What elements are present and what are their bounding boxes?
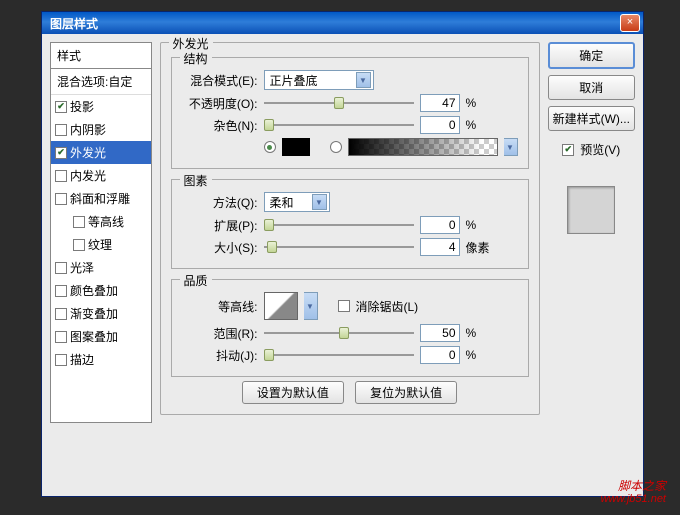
structure-legend: 结构 <box>180 50 212 67</box>
technique-label: 方法(Q): <box>182 194 258 211</box>
blend-mode-label: 混合模式(E): <box>182 72 258 89</box>
elements-group: 图素 方法(Q): 柔和 ▼ 扩展(P): 0 % <box>171 179 529 269</box>
outer-glow-section: 外发光 结构 混合模式(E): 正片叠底 ▼ 不透明度(O): 47 <box>160 42 540 415</box>
color-swatch[interactable] <box>282 138 310 156</box>
set-default-button[interactable]: 设置为默认值 <box>242 381 344 404</box>
titlebar[interactable]: 图层样式 × <box>42 12 643 34</box>
chevron-down-icon[interactable]: ▼ <box>304 292 318 320</box>
style-checkbox[interactable] <box>55 193 67 205</box>
jitter-input[interactable]: 0 <box>420 346 460 364</box>
preview-swatch <box>567 186 615 234</box>
blend-mode-select[interactable]: 正片叠底 ▼ <box>264 70 374 90</box>
style-checkbox[interactable] <box>55 101 67 113</box>
opacity-slider[interactable] <box>264 96 414 110</box>
style-label: 投影 <box>70 98 94 115</box>
style-checkbox[interactable] <box>55 262 67 274</box>
cancel-button[interactable]: 取消 <box>548 75 636 100</box>
main-panel: 外发光 结构 混合模式(E): 正片叠底 ▼ 不透明度(O): 47 <box>160 42 540 423</box>
styles-list: 样式 混合选项:自定 投影内阴影外发光内发光斜面和浮雕等高线纹理光泽颜色叠加渐变… <box>50 42 152 423</box>
spread-input[interactable]: 0 <box>420 216 460 234</box>
style-checkbox[interactable] <box>55 285 67 297</box>
blend-options[interactable]: 混合选项:自定 <box>51 69 151 95</box>
style-label: 斜面和浮雕 <box>70 190 130 207</box>
opacity-input[interactable]: 47 <box>420 94 460 112</box>
preview-box <box>548 176 636 244</box>
opacity-label: 不透明度(O): <box>182 95 258 112</box>
range-label: 范围(R): <box>182 325 258 342</box>
style-item[interactable]: 纹理 <box>51 233 151 256</box>
layer-style-dialog: 图层样式 × 样式 混合选项:自定 投影内阴影外发光内发光斜面和浮雕等高线纹理光… <box>41 11 644 497</box>
gradient-radio[interactable] <box>330 141 342 153</box>
structure-group: 结构 混合模式(E): 正片叠底 ▼ 不透明度(O): 47 % <box>171 57 529 169</box>
antialias-checkbox[interactable] <box>338 300 350 312</box>
contour-picker[interactable] <box>264 292 298 320</box>
style-item[interactable]: 描边 <box>51 348 151 371</box>
style-label: 渐变叠加 <box>70 305 118 322</box>
range-slider[interactable] <box>264 326 414 340</box>
preview-checkbox[interactable] <box>562 144 574 156</box>
range-input[interactable]: 50 <box>420 324 460 342</box>
style-checkbox[interactable] <box>55 354 67 366</box>
size-slider[interactable] <box>264 240 414 254</box>
noise-label: 杂色(N): <box>182 117 258 134</box>
antialias-label: 消除锯齿(L) <box>356 298 419 315</box>
style-checkbox[interactable] <box>55 147 67 159</box>
style-label: 等高线 <box>88 213 124 230</box>
watermark: 脚本之家 www.jb51.net <box>601 480 666 505</box>
spread-label: 扩展(P): <box>182 217 258 234</box>
technique-select[interactable]: 柔和 ▼ <box>264 192 330 212</box>
style-label: 内阴影 <box>70 121 106 138</box>
right-column: 确定 取消 新建样式(W)... 预览(V) <box>548 42 636 423</box>
style-item[interactable]: 内阴影 <box>51 118 151 141</box>
quality-group: 品质 等高线: ▼ 消除锯齿(L) 范围(R): 50 % <box>171 279 529 377</box>
close-button[interactable]: × <box>620 14 640 32</box>
style-item[interactable]: 内发光 <box>51 164 151 187</box>
size-label: 大小(S): <box>182 239 258 256</box>
chevron-down-icon: ▼ <box>312 194 327 210</box>
style-label: 图案叠加 <box>70 328 118 345</box>
style-checkbox[interactable] <box>73 216 85 228</box>
style-label: 外发光 <box>70 144 106 161</box>
style-item[interactable]: 外发光 <box>51 141 151 164</box>
color-radio[interactable] <box>264 141 276 153</box>
jitter-label: 抖动(J): <box>182 347 258 364</box>
style-checkbox[interactable] <box>73 239 85 251</box>
style-item[interactable]: 等高线 <box>51 210 151 233</box>
ok-button[interactable]: 确定 <box>548 42 636 69</box>
style-item[interactable]: 颜色叠加 <box>51 279 151 302</box>
chevron-down-icon: ▼ <box>356 72 371 88</box>
style-label: 描边 <box>70 351 94 368</box>
dialog-title: 图层样式 <box>45 15 620 32</box>
style-item[interactable]: 渐变叠加 <box>51 302 151 325</box>
noise-input[interactable]: 0 <box>420 116 460 134</box>
preview-label: 预览(V) <box>580 141 620 158</box>
style-checkbox[interactable] <box>55 308 67 320</box>
style-item[interactable]: 图案叠加 <box>51 325 151 348</box>
style-label: 纹理 <box>88 236 112 253</box>
noise-slider[interactable] <box>264 118 414 132</box>
new-style-button[interactable]: 新建样式(W)... <box>548 106 636 131</box>
style-label: 内发光 <box>70 167 106 184</box>
style-item[interactable]: 光泽 <box>51 256 151 279</box>
style-label: 光泽 <box>70 259 94 276</box>
style-checkbox[interactable] <box>55 331 67 343</box>
style-item[interactable]: 斜面和浮雕 <box>51 187 151 210</box>
gradient-swatch[interactable] <box>348 138 498 156</box>
quality-legend: 品质 <box>180 272 212 289</box>
style-label: 颜色叠加 <box>70 282 118 299</box>
jitter-slider[interactable] <box>264 348 414 362</box>
size-input[interactable]: 4 <box>420 238 460 256</box>
style-checkbox[interactable] <box>55 124 67 136</box>
contour-label: 等高线: <box>182 298 258 315</box>
style-item[interactable]: 投影 <box>51 95 151 118</box>
style-checkbox[interactable] <box>55 170 67 182</box>
chevron-down-icon[interactable]: ▼ <box>504 138 518 156</box>
styles-header: 样式 <box>51 43 151 69</box>
reset-default-button[interactable]: 复位为默认值 <box>355 381 457 404</box>
spread-slider[interactable] <box>264 218 414 232</box>
elements-legend: 图素 <box>180 172 212 189</box>
